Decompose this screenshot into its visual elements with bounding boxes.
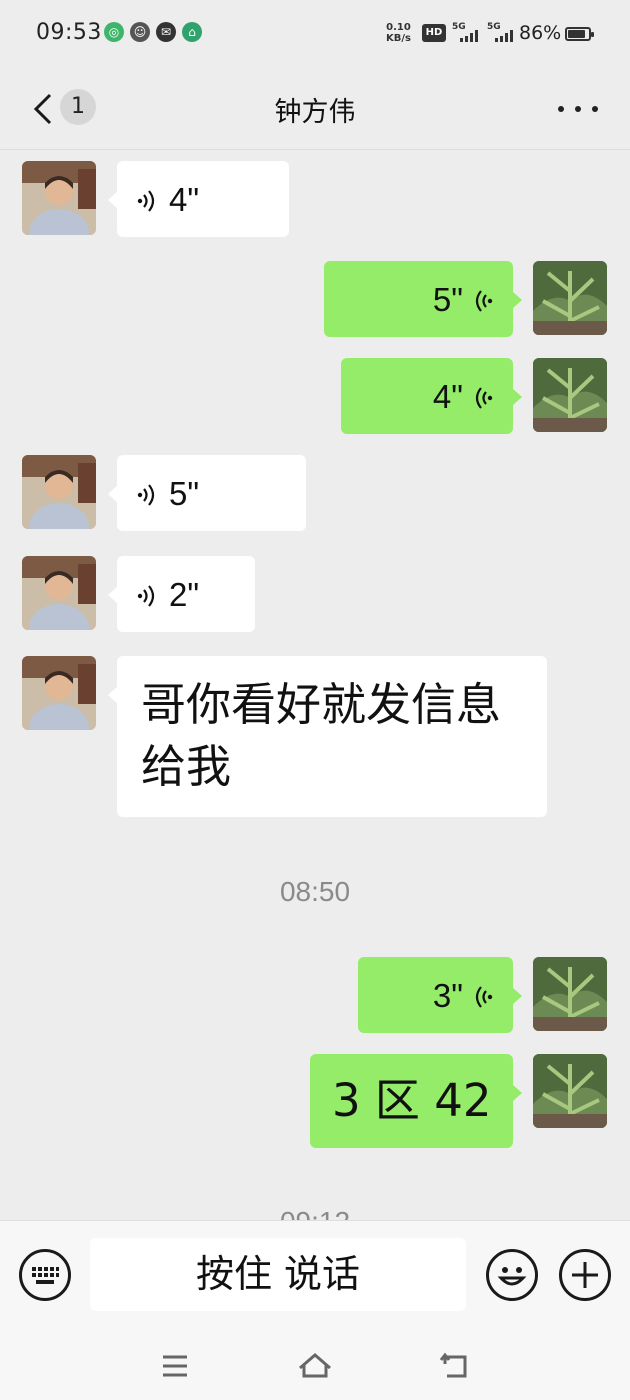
battery-percent: 86% [519, 22, 562, 44]
input-bar: 按住 说话 [0, 1220, 630, 1332]
more-icon[interactable] [556, 92, 600, 124]
chat-title: 钟方伟 [274, 97, 356, 128]
plant-avatar-icon [533, 261, 607, 335]
contact-avatar[interactable] [22, 455, 96, 529]
voice-message[interactable]: 2" [108, 556, 255, 632]
voice-duration: 4" [432, 378, 463, 415]
person-avatar-icon [22, 656, 96, 730]
text-message[interactable]: 哥你看好就发信息 给我 [108, 656, 547, 817]
contact-avatar[interactable] [22, 656, 96, 730]
signal-icon [460, 30, 478, 42]
status-bar: 09:53 ◎ ☺ ✉ ⌂ 0.10 KB/s HD 5G 5G 86% [0, 0, 630, 66]
system-navigation [0, 1332, 630, 1400]
person-avatar-icon [22, 455, 96, 529]
voice-message[interactable]: 4" [108, 161, 289, 237]
voice-duration: 4" [169, 181, 200, 218]
message-text: 哥你看好就发信息 给我 [141, 674, 501, 798]
signal-icon [495, 30, 513, 42]
plant-avatar-icon [533, 358, 607, 432]
voice-duration: 2" [169, 576, 200, 613]
contact-avatar[interactable] [22, 556, 96, 630]
chat-header: 1 钟方伟 [0, 66, 630, 150]
my-avatar[interactable] [533, 957, 607, 1031]
plant-avatar-icon [533, 957, 607, 1031]
voice-duration: 3" [432, 977, 463, 1014]
plant-avatar-icon [533, 1054, 607, 1128]
menu-button[interactable] [155, 1346, 195, 1386]
voice-wave-icon [137, 484, 155, 506]
plus-icon [572, 1262, 598, 1288]
voice-message[interactable]: 3" [358, 957, 522, 1033]
message-line: 给我 [141, 740, 232, 793]
voice-wave-icon [475, 986, 493, 1008]
battery-icon [565, 27, 594, 41]
contact-avatar[interactable] [22, 161, 96, 235]
voice-message[interactable]: 5" [108, 455, 306, 531]
person-avatar-icon [22, 161, 96, 235]
voice-wave-icon [137, 190, 155, 212]
text-message[interactable]: 3 区 42 [310, 1054, 522, 1148]
home-icon [299, 1353, 331, 1378]
timestamp: 08:50 [279, 876, 351, 907]
hd-icon: HD [422, 24, 446, 42]
home-button[interactable] [295, 1346, 335, 1386]
keyboard-icon [32, 1267, 59, 1284]
message-text: 3 区 42 [332, 1074, 492, 1127]
voice-wave-icon [475, 290, 493, 312]
status-time: 09:53 [36, 20, 102, 45]
back-button[interactable] [435, 1346, 475, 1386]
my-avatar[interactable] [533, 261, 607, 335]
message-line: 哥你看好就发信息 [141, 678, 502, 731]
app-notification-icon: ⌂ [182, 22, 202, 42]
voice-duration: 5" [169, 475, 200, 512]
menu-icon [163, 1355, 187, 1377]
battery-fill [568, 30, 586, 38]
voice-wave-icon [475, 387, 493, 409]
emoji-icon [497, 1267, 527, 1286]
voice-message[interactable]: 5" [324, 261, 522, 337]
voice-message[interactable]: 4" [341, 358, 522, 434]
network-speed: 0.10 KB/s [386, 22, 411, 44]
app-notification-icon: ☺ [130, 22, 150, 42]
app-notification-icon: ◎ [104, 22, 124, 42]
back-icon [439, 1352, 467, 1378]
voice-duration: 5" [432, 281, 463, 318]
hold-to-talk-button[interactable]: 按住 说话 [90, 1238, 466, 1311]
my-avatar[interactable] [533, 358, 607, 432]
more-functions-button[interactable] [559, 1249, 611, 1301]
person-avatar-icon [22, 556, 96, 630]
emoji-button[interactable] [486, 1249, 538, 1301]
voice-wave-icon [137, 585, 155, 607]
my-avatar[interactable] [533, 1054, 607, 1128]
app-notification-icon: ✉ [156, 22, 176, 42]
keyboard-toggle-button[interactable] [19, 1249, 71, 1301]
